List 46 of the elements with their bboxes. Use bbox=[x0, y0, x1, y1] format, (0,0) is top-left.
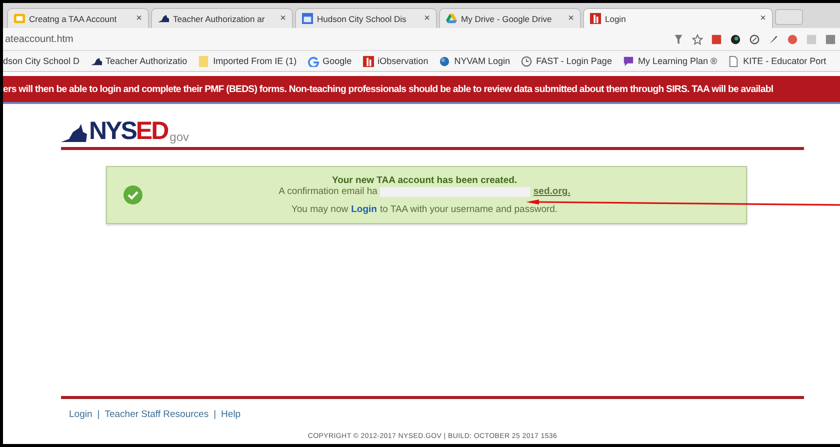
logo-text: NYSED bbox=[89, 119, 168, 144]
bookmark[interactable]: dson City School D bbox=[3, 56, 80, 66]
message-text: to TAA with your username and password. bbox=[380, 204, 558, 215]
login-link[interactable]: Login bbox=[351, 204, 377, 215]
state-map-icon bbox=[61, 124, 87, 144]
message-text: A confirmation email ha bbox=[278, 186, 378, 197]
extension-icon[interactable] bbox=[730, 34, 741, 44]
chat-icon bbox=[622, 56, 634, 66]
message-text: You may now bbox=[291, 204, 348, 215]
bookmark[interactable]: KITE - Educator Port bbox=[728, 56, 826, 66]
separator: | bbox=[214, 409, 216, 420]
bar-logo-icon bbox=[362, 56, 374, 66]
drive-icon bbox=[446, 13, 457, 24]
bookmark[interactable]: iObservation bbox=[362, 56, 428, 66]
google-icon bbox=[308, 56, 319, 66]
filter-icon[interactable] bbox=[673, 34, 684, 44]
bookmark[interactable]: FAST - Login Page bbox=[521, 56, 612, 66]
clock-icon bbox=[521, 56, 532, 66]
bookmark[interactable]: NYVAM Login bbox=[439, 56, 510, 66]
browser-tab[interactable]: Teacher Authorization ar × bbox=[151, 8, 293, 28]
slides-icon bbox=[14, 13, 25, 24]
bookmark[interactable]: Google bbox=[308, 56, 352, 66]
calendar-icon bbox=[302, 13, 313, 24]
browser-tab[interactable]: Login × bbox=[583, 8, 773, 28]
check-icon bbox=[123, 185, 143, 205]
footer-link[interactable]: Help bbox=[221, 409, 241, 420]
footer-link[interactable]: Teacher Staff Resources bbox=[104, 409, 209, 420]
footer-link[interactable]: Login bbox=[69, 409, 92, 420]
bookmark[interactable]: Imported From IE (1) bbox=[198, 56, 297, 66]
folder-icon bbox=[198, 56, 210, 66]
bookmark[interactable]: Teacher Authorizatio bbox=[90, 56, 188, 66]
browser-tab[interactable]: Creatng a TAA Account × bbox=[7, 8, 149, 28]
star-icon[interactable] bbox=[692, 34, 703, 44]
announcement-banner: ers will then be able to login and complete their PMF (BEDS) forms. Non-teaching professionals should be able to review data submitted about them through SIRS. TAA will be availabl bbox=[3, 76, 840, 104]
globe-icon bbox=[439, 56, 450, 66]
browser-tab[interactable]: Hudson City School Dis × bbox=[295, 8, 437, 28]
browser-tab[interactable]: My Drive - Google Drive × bbox=[439, 8, 581, 28]
page-icon bbox=[728, 56, 740, 66]
logo-suffix: gov bbox=[170, 131, 189, 143]
message-title: Your new TAA account has been created. bbox=[332, 175, 518, 186]
separator: | bbox=[97, 409, 100, 420]
state-map-icon bbox=[90, 56, 102, 66]
state-map-icon bbox=[158, 13, 169, 24]
email-text: sed.org. bbox=[533, 186, 570, 197]
bookmark[interactable]: My Learning Plan ® bbox=[622, 56, 718, 66]
bar-logo-icon bbox=[590, 13, 601, 24]
